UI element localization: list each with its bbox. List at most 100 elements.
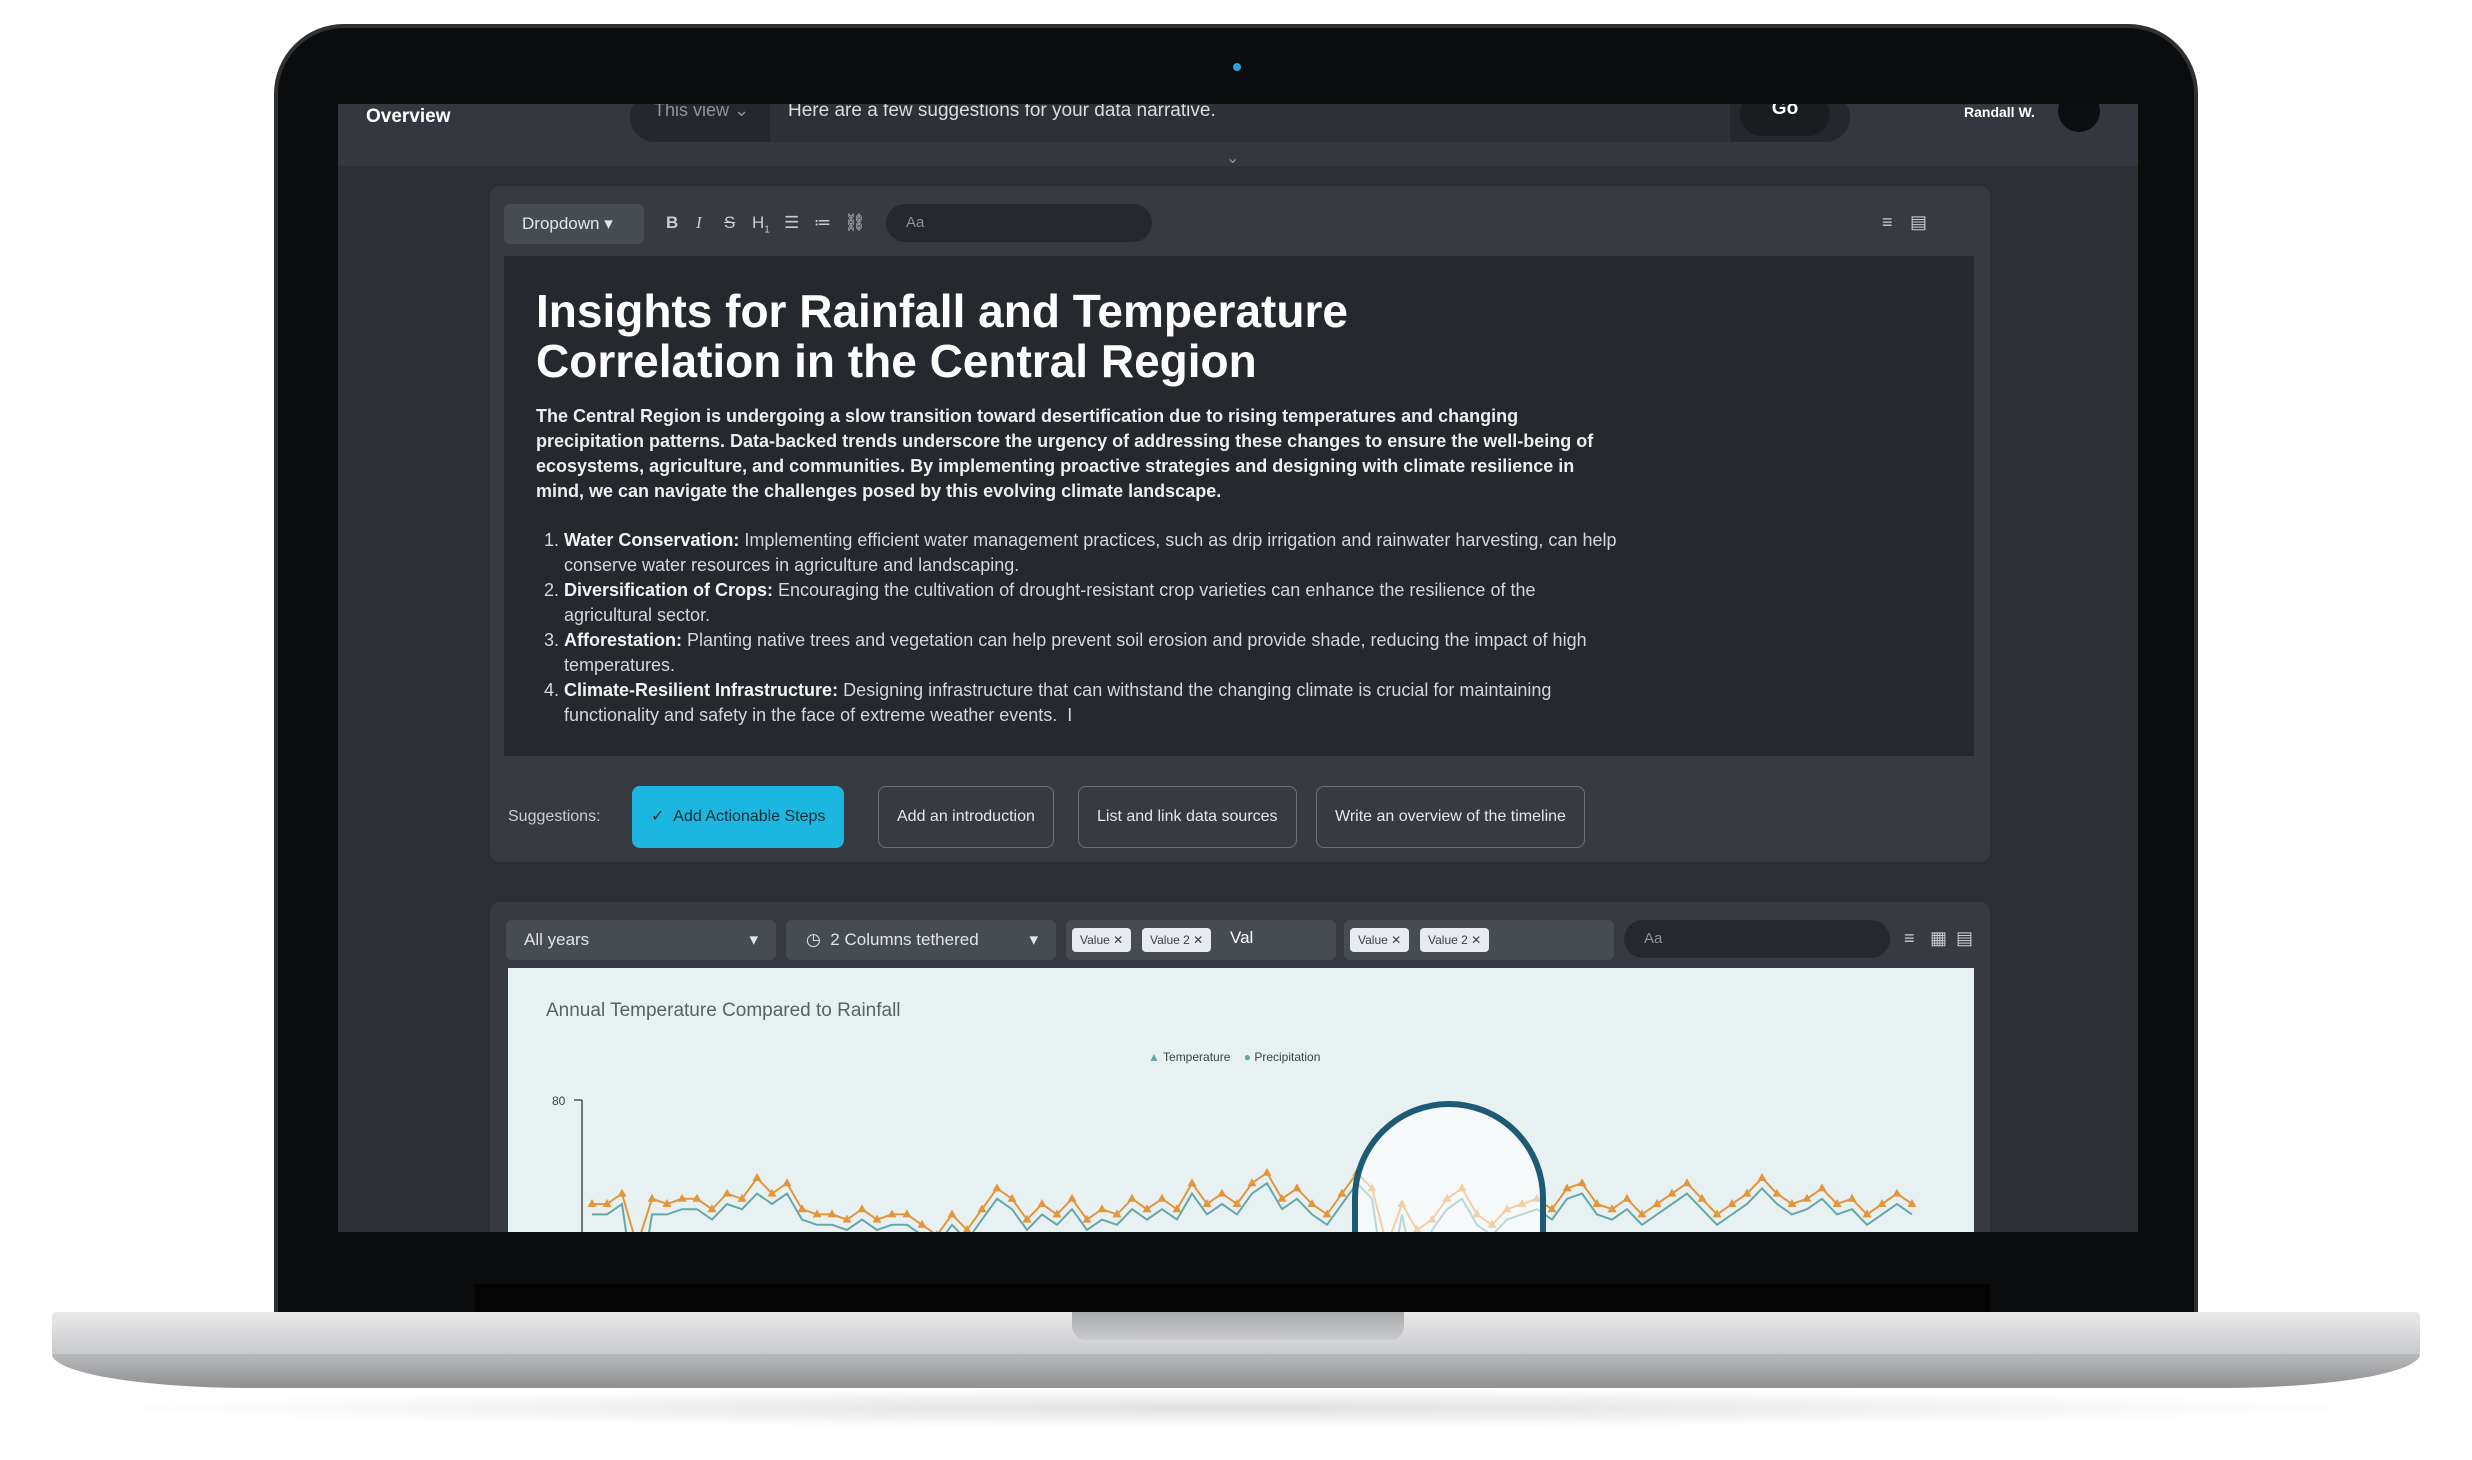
tag-value-2[interactable]: Value 2 ✕ — [1142, 928, 1212, 952]
bold-icon[interactable]: B — [666, 213, 678, 233]
document-icon[interactable]: ▤ — [1956, 928, 1973, 949]
temperature-point — [1292, 1183, 1302, 1192]
close-icon[interactable]: ✕ — [1113, 933, 1123, 947]
heading-icon[interactable]: H1 — [752, 213, 770, 235]
magnifier-lens[interactable] — [1352, 1101, 1546, 1232]
text-cursor: I — [1057, 705, 1073, 725]
prompt-input[interactable]: Here are a few suggestions for your data… — [770, 104, 1730, 142]
suggestions-label: Suggestions: — [508, 808, 601, 825]
numbered-list-icon[interactable]: ≔ — [814, 213, 831, 233]
step-text: Planting native trees and vegetation can… — [564, 630, 1587, 675]
laptop-base-edge — [52, 1354, 2420, 1388]
temperature-point — [722, 1188, 732, 1197]
screen: Overview This view ⌄ Here are a few sugg… — [338, 104, 2138, 1232]
temperature-point — [1577, 1178, 1587, 1187]
chip-label: Write an overview of the timeline — [1335, 808, 1566, 825]
align-icon[interactable]: ≡ — [1904, 928, 1915, 949]
y-tick-label: 80 — [552, 1094, 566, 1108]
columns-select-label: 2 Columns tethered — [830, 930, 979, 949]
caret-down-icon: ▾ — [604, 214, 613, 233]
close-icon[interactable]: ✕ — [1471, 933, 1481, 947]
expand-chevron-icon[interactable]: ⌄ — [1226, 148, 1239, 168]
years-select-label: All years — [524, 930, 590, 949]
chart-font-input[interactable]: Aa — [1624, 920, 1890, 958]
steps-list: Water Conservation: Implementing efficie… — [536, 528, 1624, 728]
typed-text: Val — [1230, 928, 1254, 947]
step-heading: Water Conservation: — [564, 530, 740, 550]
intro-paragraph: The Central Region is undergoing a slow … — [536, 406, 1594, 501]
temperature-point — [992, 1183, 1002, 1192]
italic-icon[interactable]: I — [696, 213, 702, 233]
tag-value[interactable]: Value ✕ — [1350, 928, 1410, 952]
hinge — [475, 1284, 1990, 1314]
suggestion-timeline-overview[interactable]: Write an overview of the timeline — [1316, 786, 1585, 848]
filter-tags-input[interactable]: Value ✕ Value 2 ✕ Val — [1066, 920, 1336, 960]
temperature-point — [647, 1193, 657, 1202]
top-bar: Overview This view ⌄ Here are a few sugg… — [338, 104, 2138, 168]
scope-label: This view — [654, 104, 730, 120]
font-input[interactable]: Aa — [886, 204, 1152, 242]
document-icon[interactable]: ▤ — [1910, 212, 1927, 233]
temperature-point — [1157, 1193, 1167, 1202]
temperature-point — [1097, 1204, 1107, 1213]
prompt-text: Here are a few suggestions for your data… — [788, 104, 1216, 121]
temperature-point — [1037, 1199, 1047, 1207]
style-dropdown[interactable]: Dropdown ▾ — [504, 204, 644, 244]
years-select[interactable]: All years ▾ — [506, 920, 776, 960]
tag-value-2[interactable]: Value 2 ✕ — [1420, 928, 1490, 952]
list-item: Afforestation: Planting native trees and… — [564, 628, 1624, 678]
temperature-point — [1217, 1188, 1227, 1197]
temperature-point — [1817, 1183, 1827, 1192]
table-icon[interactable]: ▦ — [1930, 928, 1947, 949]
suggestion-list-data-sources[interactable]: List and link data sources — [1078, 786, 1297, 848]
align-icon[interactable]: ≡ — [1882, 212, 1893, 233]
caret-down-icon: ▾ — [749, 930, 758, 949]
camera-icon — [1233, 63, 1241, 71]
filter-tags-input-2[interactable]: Value ✕ Value 2 ✕ — [1344, 920, 1614, 960]
device-shadow — [70, 1388, 2402, 1428]
scope-selector[interactable]: This view ⌄ — [654, 104, 749, 121]
list-item: Water Conservation: Implementing efficie… — [564, 528, 1624, 578]
series-layer — [587, 1167, 1917, 1232]
tag-label: Value — [1080, 933, 1110, 947]
go-button[interactable]: Go — [1740, 104, 1830, 136]
temperature-point — [617, 1188, 627, 1197]
chip-label: List and link data sources — [1097, 808, 1278, 825]
user-name[interactable]: Randall W. — [1964, 104, 2035, 120]
line-chart: 80 — [552, 1094, 1917, 1232]
suggestion-add-actionable-steps[interactable]: ✓ Add Actionable Steps — [632, 786, 845, 848]
strikethrough-icon[interactable]: S — [724, 213, 735, 233]
temperature-point — [1682, 1178, 1692, 1187]
suggestion-add-introduction[interactable]: Add an introduction — [878, 786, 1054, 848]
precipitation-line — [592, 1181, 1913, 1232]
bullet-list-icon[interactable]: ☰ — [784, 213, 799, 233]
step-heading: Climate-Resilient Infrastructure: — [564, 680, 839, 700]
temperature-point — [1127, 1193, 1137, 1202]
temperature-point — [1757, 1173, 1767, 1181]
check-icon: ✓ — [651, 808, 665, 825]
step-heading: Diversification of Crops: — [564, 580, 774, 600]
command-bar: This view ⌄ Here are a few suggestions f… — [630, 104, 1850, 142]
temperature-point — [1622, 1193, 1632, 1202]
style-dropdown-label: Dropdown — [522, 214, 600, 233]
clock-icon: ◷ — [806, 930, 821, 949]
temperature-point — [1847, 1193, 1857, 1202]
link-icon[interactable]: ⛓ — [844, 213, 866, 233]
close-icon[interactable]: ✕ — [1391, 933, 1401, 947]
chevron-down-icon: ⌄ — [734, 104, 750, 120]
narrative-editor-panel: Dropdown ▾ B I S H1 ☰ ≔ ⛓ Aa ≡ ▤ Insight… — [490, 186, 1990, 862]
tag-value[interactable]: Value ✕ — [1072, 928, 1132, 952]
temperature-point — [857, 1204, 867, 1213]
temperature-point — [1187, 1178, 1197, 1187]
document-body[interactable]: Insights for Rainfall and Temperature Co… — [504, 256, 1974, 756]
chip-label: Add Actionable Steps — [673, 808, 826, 825]
page-title: Overview — [366, 106, 451, 127]
magnifier[interactable] — [1352, 1101, 1546, 1232]
temperature-point — [752, 1173, 762, 1181]
list-item: Diversification of Crops: Encouraging th… — [564, 578, 1624, 628]
temperature-point — [1262, 1167, 1272, 1176]
temperature-point — [782, 1178, 792, 1187]
columns-select[interactable]: ◷ 2 Columns tethered ▾ — [786, 920, 1056, 960]
avatar[interactable] — [2058, 104, 2100, 132]
close-icon[interactable]: ✕ — [1193, 933, 1203, 947]
